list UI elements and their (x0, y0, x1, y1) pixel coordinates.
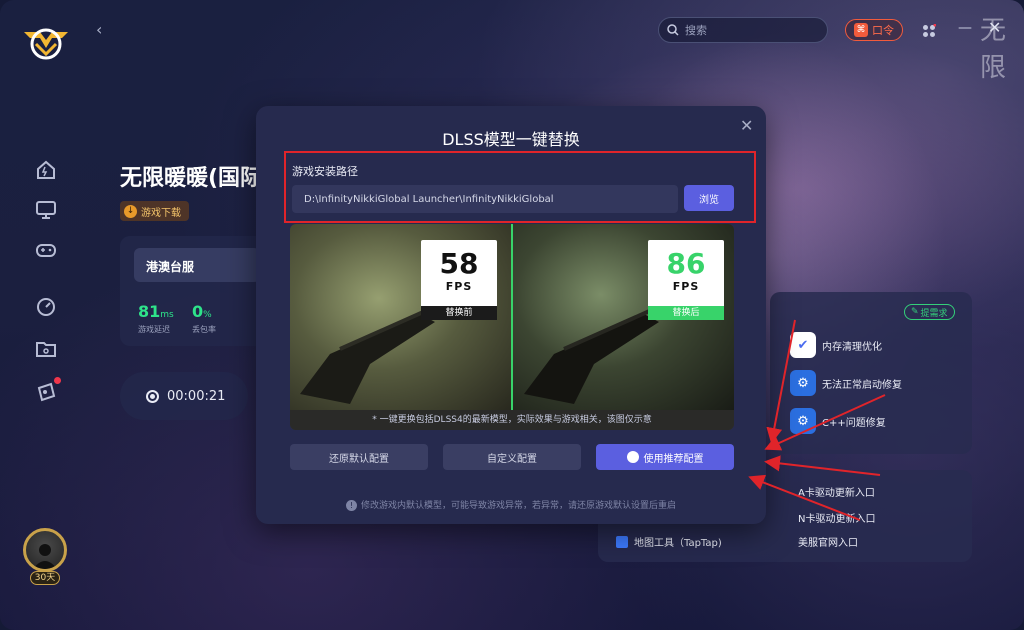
membership-days-badge: 30天 (30, 571, 60, 585)
install-path-section: 游戏安装路径 浏览 (284, 151, 756, 223)
memory-clean-icon: ✔ (790, 332, 816, 358)
latency-value: 81ms (138, 302, 174, 321)
tool-startup-repair[interactable]: ⚙ 无法正常启动修复 (790, 370, 902, 396)
search-input[interactable] (685, 23, 815, 37)
latency-label: 游戏延迟 (138, 325, 170, 334)
browse-button[interactable]: 浏览 (684, 185, 734, 211)
avatar (23, 528, 67, 572)
fps-after-value: 86 (666, 247, 706, 280)
warning-note: ! 修改游戏内默认模型，可能导致游戏异常，若异常，请还原游戏默认设置后重启 (256, 498, 766, 511)
monitor-icon[interactable] (34, 198, 58, 222)
link-us-official[interactable]: 美服官网入口 (798, 534, 858, 549)
custom-config-button[interactable]: 自定义配置 (443, 444, 581, 470)
fps-after-card: 86 FPS 替换后 (648, 240, 724, 320)
kouling-icon: ⌘ (854, 23, 868, 37)
user-avatar[interactable]: 30天 (20, 528, 70, 586)
folder-icon[interactable] (34, 337, 58, 361)
comparison-caption: * 一键更换包括DLSS4的最新模型，实际效果与游戏相关，该图仅示意 (290, 410, 734, 430)
fps-unit: FPS (672, 280, 700, 293)
fps-before-tag: 替换前 (421, 306, 497, 320)
game-download-label: 游戏下载 (141, 207, 181, 219)
link-amd-driver[interactable]: A卡驱动更新入口 (798, 484, 875, 499)
fps-before-value: 58 (439, 247, 479, 280)
gamepad-icon[interactable] (34, 238, 58, 262)
sidebar: 30天 (0, 0, 92, 630)
app-window: 30天 ‹ ⌘ 口令 — 无限 ✕ 无限暖暖(国际 ↓ 游戏下载 港澳台服 81… (0, 0, 1024, 630)
stop-icon (146, 389, 159, 403)
startup-repair-icon: ⚙ (790, 370, 816, 396)
fps-after-tag: 替换后 (648, 306, 724, 320)
request-feature-button[interactable]: ✎ 提需求 (904, 304, 955, 320)
fps-comparison-image: 58 FPS 替换前 86 FPS 替换后 * 一键更换包括DLSS4的最新模型… (290, 224, 734, 430)
kouling-button[interactable]: ⌘ 口令 (845, 19, 903, 41)
link-nvidia-driver[interactable]: N卡驱动更新入口 (798, 510, 875, 525)
install-path-input[interactable] (292, 185, 678, 213)
notification-dot (54, 377, 61, 384)
download-icon: ↓ (124, 204, 137, 218)
install-path-label: 游戏安装路径 (292, 165, 358, 178)
game-download-button[interactable]: ↓ 游戏下载 (120, 201, 189, 221)
tool-label: 无法正常启动修复 (822, 379, 902, 391)
close-icon[interactable]: ✕ (988, 18, 1001, 37)
fps-before-card: 58 FPS 替换前 (421, 240, 497, 320)
apps-grid-icon[interactable] (922, 23, 937, 37)
app-logo-icon (22, 22, 70, 62)
timer-value: 00:00:21 (167, 388, 226, 404)
packet-loss-label: 丢包率 (192, 325, 216, 334)
tool-memory-clean[interactable]: ✔ 内存清理优化 (790, 332, 882, 358)
packet-loss-value: 0% (192, 302, 212, 321)
warning-text: 修改游戏内默认模型，可能导致游戏异常，若异常，请还原游戏默认设置后重启 (360, 501, 676, 511)
request-feature-label: 提需求 (920, 308, 948, 319)
recommended-config-button[interactable]: 使用推荐配置 (596, 444, 734, 470)
pencil-icon: ✎ (911, 307, 919, 317)
info-icon: ! (345, 500, 357, 511)
server-selector[interactable]: 港澳台服 (134, 248, 260, 282)
comparison-divider (511, 224, 513, 410)
minimize-icon[interactable]: — (958, 20, 972, 36)
dlss-modal: DLSS模型一键替换 ✕ 游戏安装路径 浏览 58 FPS 替换前 86 FPS (256, 106, 766, 524)
speedometer-icon[interactable] (34, 295, 58, 319)
tool-label: 内存清理优化 (822, 341, 882, 353)
restore-default-button[interactable]: 还原默认配置 (290, 444, 428, 470)
kouling-label: 口令 (872, 24, 894, 37)
tool-cpp-repair[interactable]: ⚙ C++问题修复 (790, 408, 886, 434)
back-arrow-icon[interactable]: ‹ (96, 20, 102, 39)
tools-panel: ✎ 提需求 ✔ 内存清理优化 ⚙ 无法正常启动修复 ⚙ C++问题修复 (770, 292, 972, 454)
recommended-config-label: 使用推荐配置 (643, 453, 704, 465)
game-logo-corner: 无限 (980, 16, 1007, 83)
cpp-repair-icon: ⚙ (790, 408, 816, 434)
link-label: 地图工具（TapTap) (634, 538, 722, 549)
home-icon[interactable] (34, 158, 58, 182)
map-icon (616, 535, 628, 548)
modal-title: DLSS模型一键替换 (442, 130, 580, 149)
link-map-tool[interactable]: 地图工具（TapTap) (616, 534, 722, 549)
toolbox-icon[interactable] (34, 377, 61, 403)
modal-close-icon[interactable]: ✕ (740, 116, 753, 135)
search-icon (667, 24, 679, 36)
fps-unit: FPS (445, 280, 473, 293)
game-title: 无限暖暖(国际 (120, 166, 263, 191)
search-box[interactable] (658, 17, 828, 43)
tool-label: C++问题修复 (822, 417, 886, 429)
recommend-icon (626, 451, 639, 463)
session-timer[interactable]: 00:00:21 (120, 372, 248, 420)
